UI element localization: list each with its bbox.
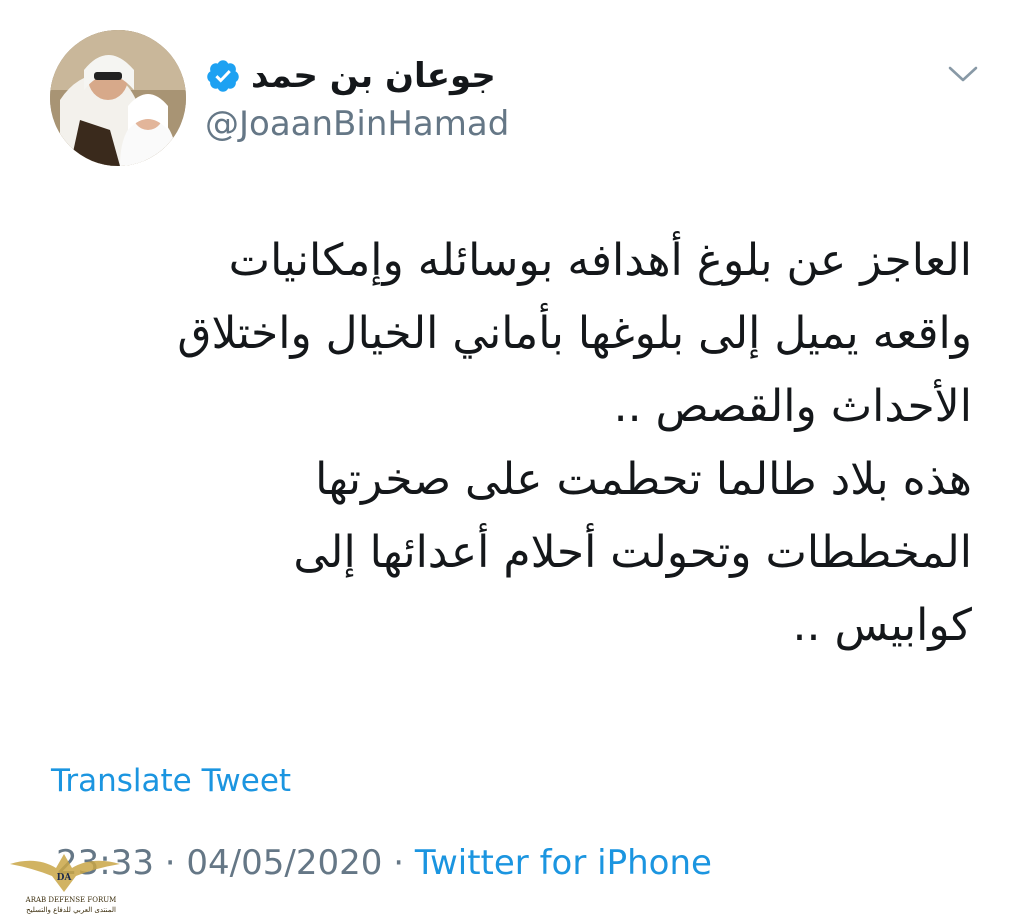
- tweet-source-link[interactable]: Twitter for iPhone: [415, 843, 712, 883]
- tweet-text-line: هذه بلاد طالما تحطمت على صخرتها: [315, 454, 972, 505]
- watermark-line2: المنتدى العربي للدفاع والتسليح: [26, 906, 116, 914]
- tweet-text-line: كوابيس ..: [792, 600, 972, 651]
- avatar[interactable]: [50, 30, 186, 166]
- tweet-text-line: المخططات وتحولت أحلام أعدائها إلى: [293, 527, 972, 578]
- author-name-row[interactable]: جوعان بن حمد: [205, 50, 496, 102]
- tweet-text-line: واقعه يميل إلى بلوغها بأماني الخيال واخت…: [177, 308, 972, 359]
- meta-separator: ·: [164, 843, 176, 883]
- meta-separator: ·: [393, 843, 405, 883]
- author-handle[interactable]: @JoaanBinHamad: [205, 104, 509, 144]
- tweet-metadata: 23:33 · 04/05/2020 · Twitter for iPhone: [56, 843, 712, 883]
- tweet-date[interactable]: 04/05/2020: [186, 843, 382, 883]
- translate-tweet-link[interactable]: Translate Tweet: [51, 763, 291, 799]
- tweet-text-line: العاجز عن بلوغ أهدافه بوسائله وإمكانيات: [228, 235, 972, 286]
- watermark-line1: ARAB DEFENSE FORUM: [25, 896, 117, 904]
- svg-text:DA: DA: [57, 873, 73, 883]
- tweet-text-line: الأحداث والقصص ..: [613, 381, 972, 432]
- chevron-down-icon[interactable]: [945, 58, 981, 88]
- verified-badge-icon: [205, 58, 241, 94]
- author-display-name[interactable]: جوعان بن حمد: [251, 56, 496, 96]
- tweet-text: العاجز عن بلوغ أهدافه بوسائله وإمكانيات …: [52, 224, 972, 662]
- arab-defense-forum-logo: DA ARAB DEFENSE FORUM المنتدى العربي للد…: [6, 846, 124, 916]
